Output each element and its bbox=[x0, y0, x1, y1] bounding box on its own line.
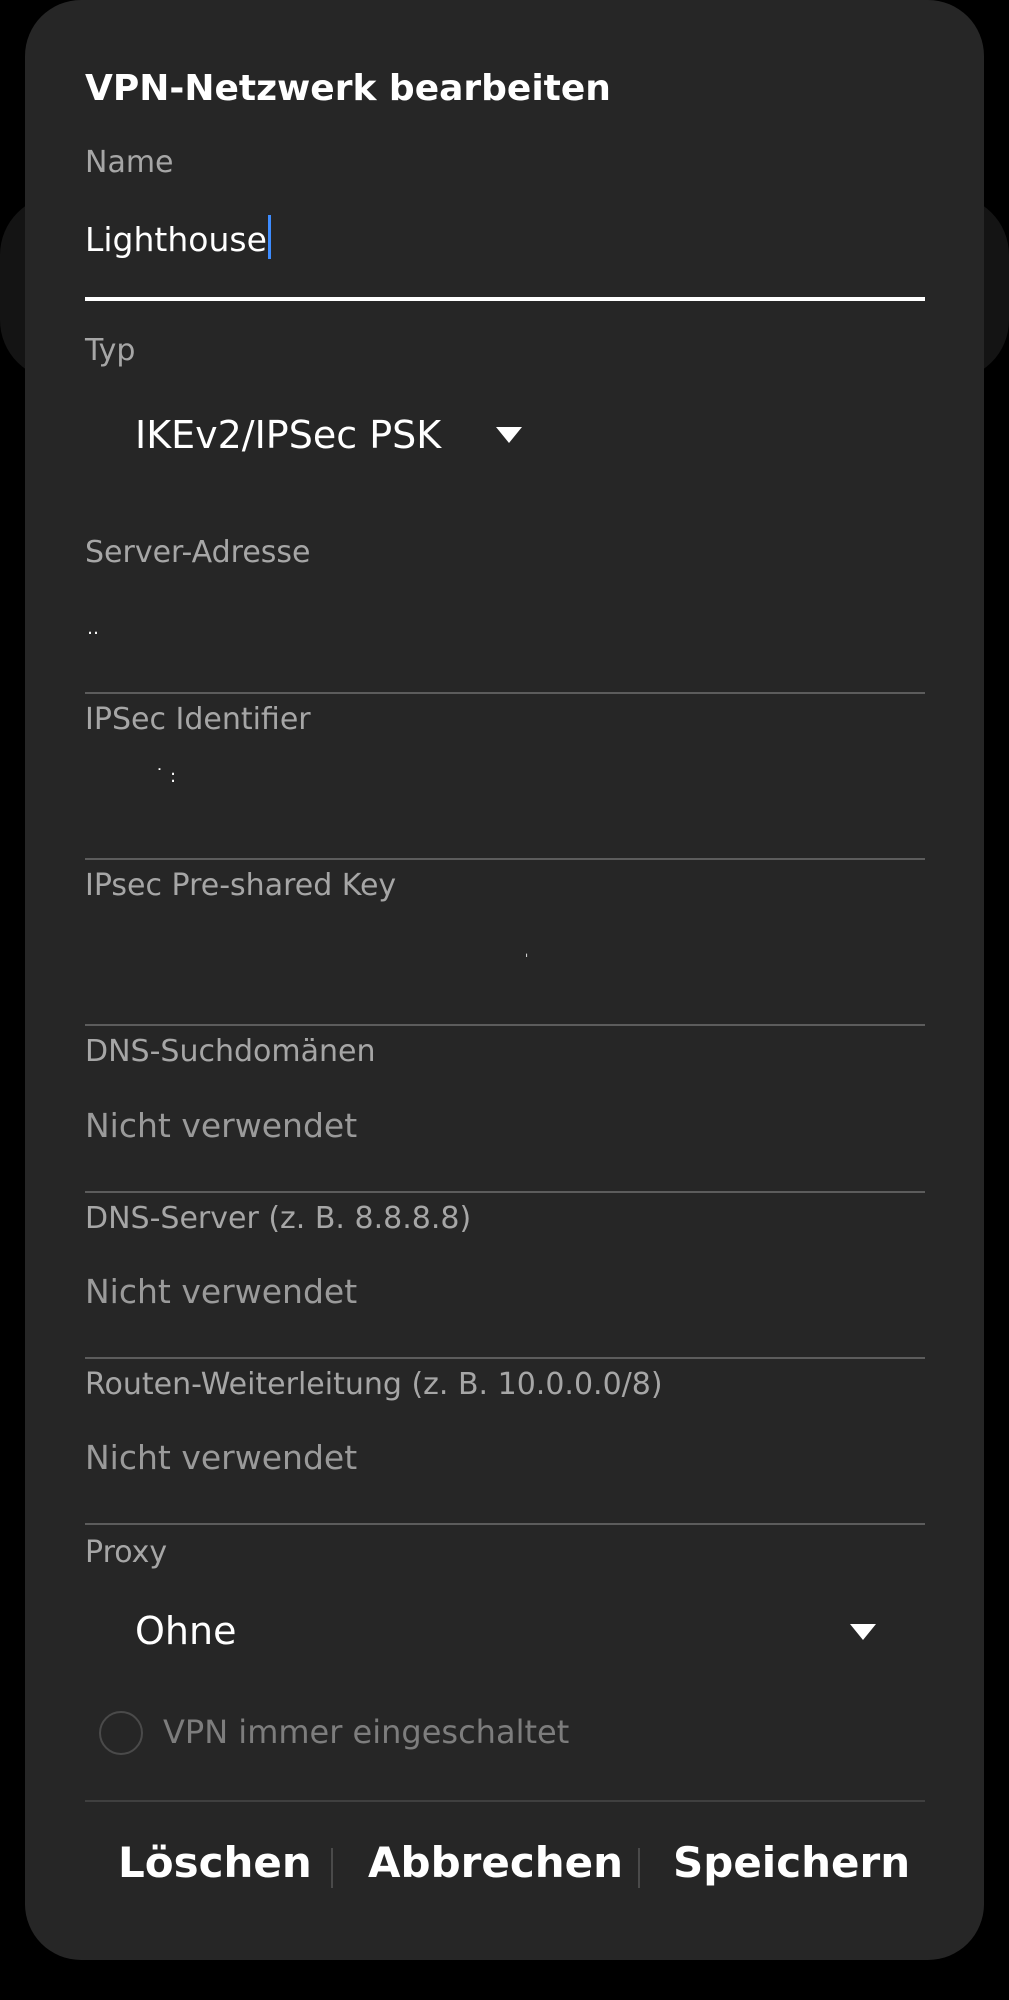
routes-underline bbox=[85, 1523, 925, 1525]
ipsec-identifier-input[interactable]: ˙: bbox=[155, 766, 182, 787]
button-separator bbox=[331, 1848, 333, 1888]
cancel-button[interactable]: Abbrechen bbox=[368, 1838, 623, 1887]
server-address-label: Server-Adresse bbox=[85, 535, 311, 570]
vpn-edit-dialog: VPN-Netzwerk bearbeiten Name Lighthouse … bbox=[25, 0, 984, 1960]
caret-down-icon bbox=[850, 1624, 876, 1640]
dns-search-underline bbox=[85, 1191, 925, 1193]
dns-server-underline bbox=[85, 1357, 925, 1359]
routes-label: Routen-Weiterleitung (z. B. 10.0.0.0/8) bbox=[85, 1367, 663, 1402]
caret-down-icon bbox=[496, 427, 522, 443]
button-separator bbox=[638, 1848, 640, 1888]
type-dropdown-value: IKEv2/IPSec PSK bbox=[135, 413, 442, 457]
delete-button[interactable]: Löschen bbox=[118, 1838, 312, 1887]
name-input[interactable]: Lighthouse bbox=[85, 215, 271, 259]
psk-input[interactable]: ˈ bbox=[525, 952, 534, 966]
dialog-title: VPN-Netzwerk bearbeiten bbox=[85, 68, 611, 109]
dns-search-input[interactable]: Nicht verwendet bbox=[85, 1106, 357, 1145]
proxy-dropdown-value: Ohne bbox=[135, 1609, 237, 1653]
type-label: Typ bbox=[85, 333, 136, 368]
always-on-label: VPN immer eingeschaltet bbox=[163, 1713, 570, 1751]
ipsec-identifier-underline bbox=[85, 858, 925, 860]
name-value: Lighthouse bbox=[85, 220, 267, 259]
server-address-underline bbox=[85, 692, 925, 694]
save-button[interactable]: Speichern bbox=[673, 1838, 910, 1887]
psk-underline bbox=[85, 1024, 925, 1026]
routes-input[interactable]: Nicht verwendet bbox=[85, 1438, 357, 1477]
psk-label: IPsec Pre-shared Key bbox=[85, 868, 397, 903]
name-underline bbox=[85, 297, 925, 301]
text-cursor bbox=[267, 215, 271, 259]
dns-search-label: DNS-Suchdomänen bbox=[85, 1034, 376, 1069]
button-divider bbox=[85, 1800, 925, 1802]
name-label: Name bbox=[85, 145, 174, 180]
ipsec-identifier-label: IPSec Identifier bbox=[85, 702, 311, 737]
always-on-radio[interactable] bbox=[99, 1711, 143, 1755]
proxy-label: Proxy bbox=[85, 1535, 168, 1570]
dns-server-input[interactable]: Nicht verwendet bbox=[85, 1272, 357, 1311]
server-address-input[interactable]: ‥ bbox=[87, 618, 105, 639]
dns-server-label: DNS-Server (z. B. 8.8.8.8) bbox=[85, 1201, 472, 1236]
